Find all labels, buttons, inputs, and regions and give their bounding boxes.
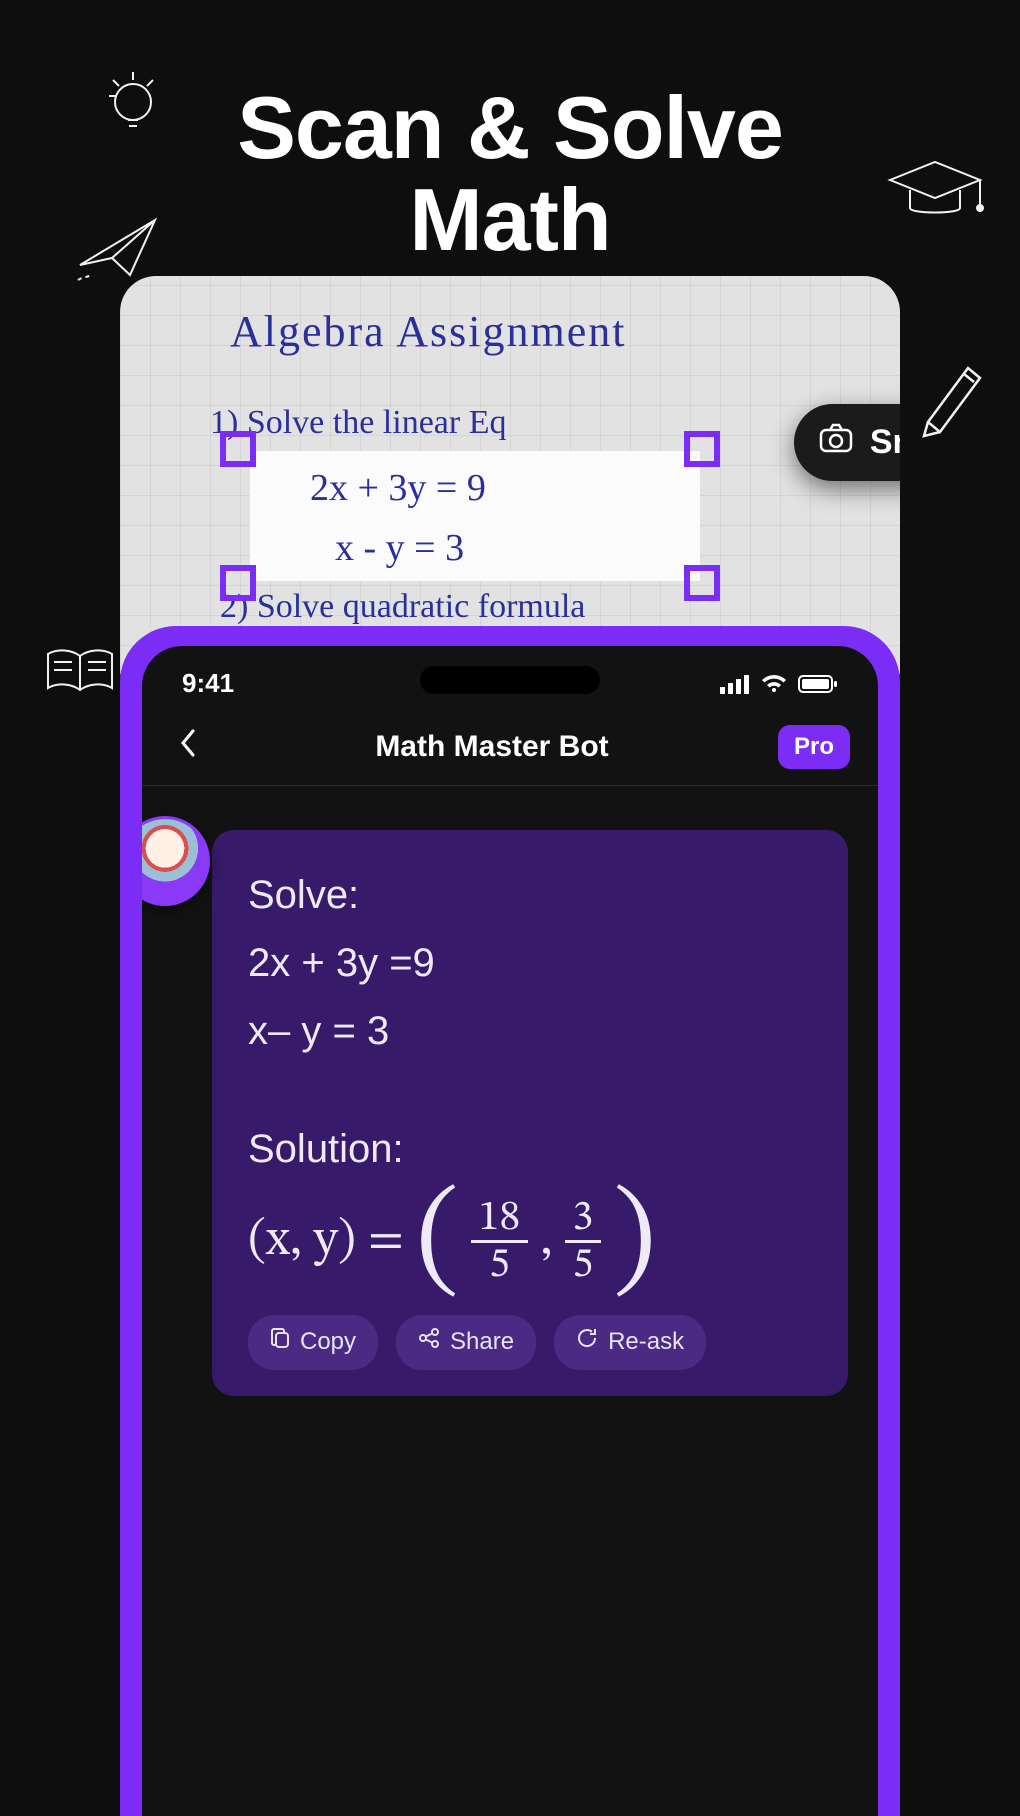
copy-button[interactable]: Copy	[248, 1315, 378, 1370]
bot-message: Solve: 2x + 3y =9 x– y = 3 Solution: (x,…	[212, 830, 848, 1396]
bot-avatar	[142, 816, 210, 906]
frac1-num: 18	[471, 1196, 529, 1243]
handwriting-eq1: 2x + 3y = 9	[310, 466, 486, 510]
solve-label: Solve:	[248, 866, 812, 924]
camera-icon	[818, 422, 854, 463]
share-icon	[418, 1325, 440, 1360]
crop-corner-bl[interactable]	[220, 565, 256, 601]
screen-title: Math Master Bot	[375, 730, 608, 764]
reask-label: Re-ask	[608, 1325, 684, 1360]
solution-label: Solution:	[248, 1120, 812, 1178]
phone-screen: 9:41	[142, 646, 878, 1816]
pro-badge[interactable]: Pro	[778, 725, 850, 769]
fraction-2: 3 5	[565, 1196, 602, 1287]
headline-line2: Math	[409, 170, 610, 269]
chat-area: Solve: 2x + 3y =9 x– y = 3 Solution: (x,…	[142, 786, 878, 1396]
copy-icon	[270, 1325, 290, 1360]
frac2-num: 3	[565, 1196, 602, 1243]
share-label: Share	[450, 1325, 514, 1360]
wifi-icon	[760, 674, 788, 694]
headline: Scan & Solve Math	[0, 0, 1020, 303]
status-time: 9:41	[182, 668, 234, 699]
snap-button[interactable]: Snap	[794, 404, 900, 481]
crop-selection[interactable]	[220, 431, 720, 601]
share-button[interactable]: Share	[396, 1315, 536, 1370]
copy-label: Copy	[300, 1325, 356, 1360]
problem-eq2: x– y = 3	[248, 1002, 812, 1060]
refresh-icon	[576, 1325, 598, 1360]
back-button[interactable]	[170, 726, 206, 768]
handwriting-eq2: x - y = 3	[335, 526, 464, 570]
crop-corner-tl[interactable]	[220, 431, 256, 467]
phone-frame: 9:41	[120, 626, 900, 1816]
crop-corner-br[interactable]	[684, 565, 720, 601]
open-book-icon	[40, 640, 120, 700]
equals-sign: =	[368, 1205, 404, 1278]
problem-eq1: 2x + 3y =9	[248, 934, 812, 992]
handwriting-title: Algebra Assignment	[230, 306, 627, 357]
crop-corner-tr[interactable]	[684, 431, 720, 467]
battery-icon	[798, 674, 838, 694]
solution-lhs: (x, y)	[248, 1205, 356, 1278]
headline-text: Scan & Solve Math	[0, 82, 1020, 267]
frac1-den: 5	[481, 1243, 518, 1287]
reask-button[interactable]: Re-ask	[554, 1315, 706, 1370]
nav-bar: Math Master Bot Pro	[142, 699, 878, 786]
headline-line1: Scan & Solve	[237, 78, 783, 177]
solution-expression: (x, y) = ( 18 5 , 3 5 )	[248, 1196, 812, 1287]
snap-label: Snap	[870, 423, 900, 462]
comma: ,	[540, 1205, 552, 1278]
cellular-icon	[720, 674, 750, 694]
dynamic-island	[420, 666, 600, 694]
frac2-den: 5	[565, 1243, 602, 1287]
pencil-icon	[910, 350, 990, 440]
message-actions: Copy Share	[248, 1315, 812, 1370]
fraction-1: 18 5	[471, 1196, 529, 1287]
